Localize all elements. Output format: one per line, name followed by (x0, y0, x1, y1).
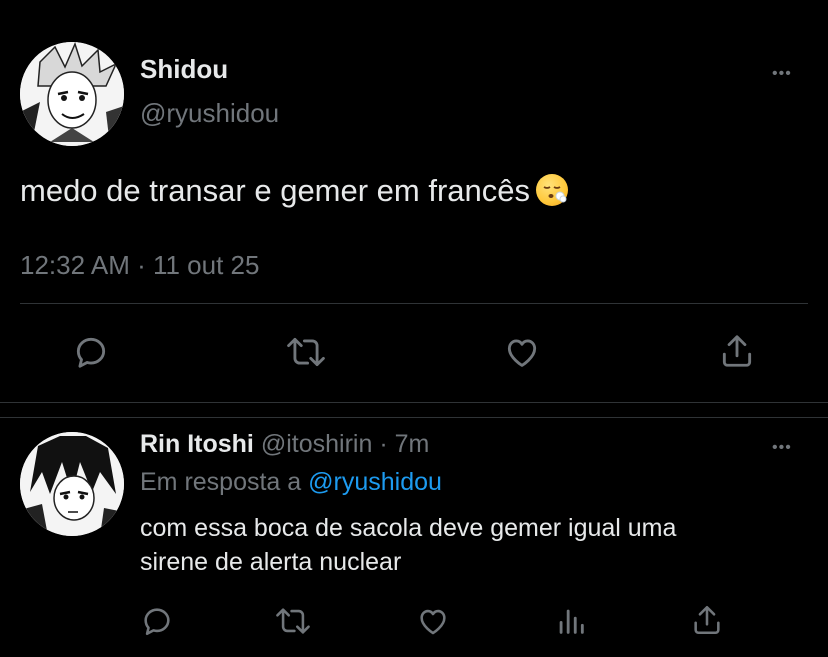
tweet-timestamp[interactable]: 12:32 AM · 11 out 25 (20, 250, 259, 281)
reply-time[interactable]: · 7m (379, 430, 429, 458)
face-exhaling-emoji-icon (536, 174, 569, 206)
author-name[interactable]: Shidou (140, 54, 228, 85)
reply-author-name[interactable]: Rin Itoshi (140, 430, 254, 458)
reply-text-line-1: com essa boca de sacola deve gemer igual… (140, 514, 677, 542)
manga-avatar-image (20, 42, 124, 146)
replying-to-line: Em resposta a @ryushidou (140, 468, 442, 497)
replying-to-handle-link[interactable]: @ryushidou (308, 468, 442, 496)
retweet-icon[interactable] (274, 604, 312, 638)
tweet-text-content: medo de transar e gemer em francês (20, 173, 531, 208)
share-icon[interactable] (690, 602, 724, 638)
divider (20, 303, 808, 304)
reply-icon[interactable] (140, 604, 174, 638)
views-icon[interactable] (554, 604, 588, 638)
share-icon[interactable] (718, 331, 756, 371)
manga-avatar-image (20, 432, 124, 536)
author-avatar[interactable] (20, 42, 124, 146)
reply-author-avatar[interactable] (20, 432, 124, 536)
reply-more-options-icon[interactable]: ••• (772, 440, 792, 456)
section-separator (0, 402, 828, 418)
reply-text-line-2: sirene de alerta nuclear (140, 548, 402, 576)
retweet-icon[interactable] (285, 333, 327, 371)
replying-to-prefix: Em resposta a (140, 468, 302, 496)
reply-header: Rin Itoshi @itoshirin · 7m (140, 430, 429, 459)
more-options-icon[interactable]: ••• (772, 66, 792, 82)
author-handle[interactable]: @ryushidou (140, 98, 279, 129)
reply-author-handle[interactable]: @itoshirin (261, 430, 373, 458)
tweet-text: medo de transar e gemer em francês (20, 173, 569, 209)
like-icon[interactable] (416, 604, 450, 638)
like-icon[interactable] (502, 333, 542, 371)
reply-icon[interactable] (72, 333, 110, 371)
